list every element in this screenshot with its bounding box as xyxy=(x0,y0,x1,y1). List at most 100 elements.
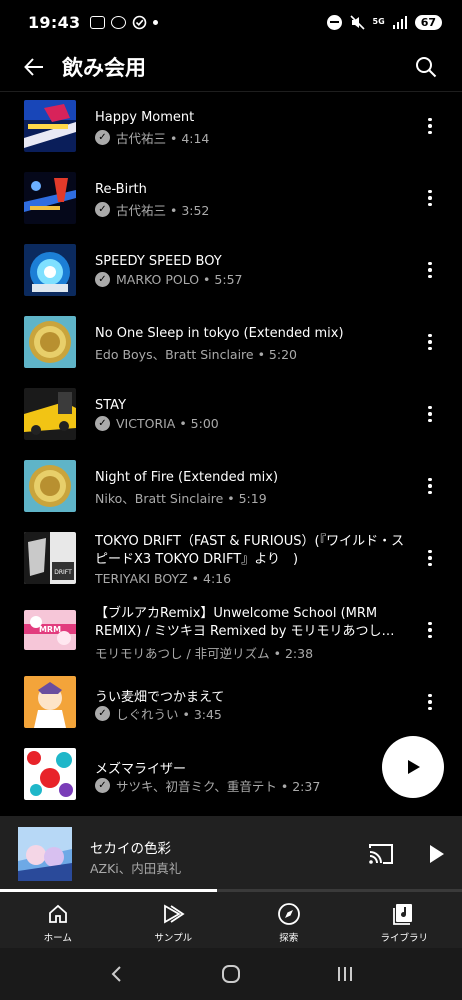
shuffle-play-button[interactable] xyxy=(382,736,444,798)
mini-player[interactable]: セカイの色彩 AZKi、内田真礼 xyxy=(0,816,462,892)
more-options-button[interactable] xyxy=(418,186,442,210)
album-art xyxy=(24,460,76,512)
song-artist-duration: MARKO POLO • 5:57 xyxy=(116,272,243,287)
more-options-button[interactable] xyxy=(418,546,442,570)
song-subtitle: ✓ サツキ、初音ミク、重音テト • 2:37 xyxy=(95,776,407,795)
more-options-button[interactable] xyxy=(418,690,442,714)
now-playing-art xyxy=(18,827,72,881)
song-subtitle: ✓ 古代祐三 • 3:52 xyxy=(95,200,407,219)
song-title: うい麦畑でつかまえて xyxy=(95,690,225,705)
verified-icon: ✓ xyxy=(95,416,110,431)
song-artist-duration: TERIYAKI BOYZ • 4:16 xyxy=(95,571,232,586)
song-artist-duration: しぐれうい • 3:45 xyxy=(116,707,222,722)
nav-samples[interactable]: サンプル xyxy=(116,892,232,948)
song-subtitle: Edo Boys、Bratt Sinclaire • 5:20 xyxy=(95,344,407,363)
song-row[interactable]: DRIFT TOKYO DRIFT（FAST & FURIOUS）(『ワイルド・… xyxy=(0,528,462,600)
song-subtitle: ✓ 古代祐三 • 4:14 xyxy=(95,128,407,147)
verified-icon: ✓ xyxy=(95,778,110,793)
song-artist-duration: モリモリあつし / 非可逆リズム • 2:38 xyxy=(95,646,314,661)
song-list[interactable]: Happy Moment ✓ 古代祐三 • 4:14 Re-Birth ✓ 古代祐三… xyxy=(0,92,462,816)
status-bar: 19:43 5G 67 xyxy=(0,0,462,44)
arrow-left-icon xyxy=(24,58,43,76)
album-art: MRM xyxy=(24,610,76,650)
system-recents-icon[interactable] xyxy=(335,964,355,984)
network-type: 5G xyxy=(372,17,385,26)
song-subtitle: ✓ しぐれうい • 3:45 xyxy=(95,704,407,723)
nav-library[interactable]: ライブラリ xyxy=(347,892,462,948)
song-title: STAY xyxy=(95,398,127,413)
album-art xyxy=(24,172,76,224)
check-circle-icon xyxy=(133,15,147,29)
verified-icon: ✓ xyxy=(95,130,110,145)
now-playing-title: セカイの色彩 xyxy=(90,841,171,857)
back-button[interactable] xyxy=(14,47,54,87)
song-title: 【ブルアカRemix】Unwelcome School (MRM REMIX) … xyxy=(95,606,395,639)
play-icon xyxy=(430,845,444,863)
system-navigation-bar xyxy=(0,948,462,1000)
song-title: Happy Moment xyxy=(95,110,195,125)
nav-home-label: ホーム xyxy=(43,933,72,944)
do-not-disturb-icon xyxy=(326,14,342,30)
song-row[interactable]: STAY ✓ VICTORIA • 5:00 xyxy=(0,384,462,456)
more-options-button[interactable] xyxy=(418,618,442,642)
search-icon xyxy=(416,57,437,78)
bottom-navigation: ホーム サンプル 探索 ライブラリ xyxy=(0,892,462,948)
system-back-icon[interactable] xyxy=(107,964,127,984)
line-app-icon xyxy=(111,15,127,29)
song-row[interactable]: うい麦畑でつかまえて ✓ しぐれうい • 3:45 xyxy=(0,672,462,744)
search-button[interactable] xyxy=(406,47,446,87)
compass-icon xyxy=(277,903,300,925)
song-artist-duration: VICTORIA • 5:00 xyxy=(116,416,219,431)
nav-samples-label: サンプル xyxy=(154,933,193,944)
signal-icon xyxy=(392,15,407,29)
nav-home[interactable]: ホーム xyxy=(0,892,116,948)
song-artist-duration: サツキ、初音ミク、重音テト • 2:37 xyxy=(116,779,321,794)
song-subtitle: ✓ VICTORIA • 5:00 xyxy=(95,416,407,431)
verified-icon: ✓ xyxy=(95,202,110,217)
song-title: Re-Birth xyxy=(95,182,147,197)
svg-text:DRIFT: DRIFT xyxy=(54,569,72,576)
song-row[interactable]: No One Sleep in tokyo (Extended mix) Edo… xyxy=(0,312,462,384)
song-row[interactable]: Night of Fire (Extended mix) Niko、Bratt … xyxy=(0,456,462,528)
mini-player-play-button[interactable] xyxy=(424,842,448,866)
more-options-button[interactable] xyxy=(418,114,442,138)
song-title: No One Sleep in tokyo (Extended mix) xyxy=(95,326,344,341)
mute-icon xyxy=(349,14,365,30)
song-subtitle: Niko、Bratt Sinclaire • 5:19 xyxy=(95,488,407,507)
samples-icon xyxy=(164,904,185,924)
album-art xyxy=(24,676,76,728)
song-row[interactable]: Happy Moment ✓ 古代祐三 • 4:14 xyxy=(0,96,462,168)
album-art xyxy=(24,244,76,296)
nav-explore-label: 探索 xyxy=(279,933,299,944)
battery-level: 67 xyxy=(414,14,442,30)
cast-button[interactable] xyxy=(368,842,394,866)
verified-icon: ✓ xyxy=(95,706,110,721)
song-title: メズマライザー xyxy=(95,762,187,777)
library-icon xyxy=(393,904,413,925)
song-subtitle: モリモリあつし / 非可逆リズム • 2:38 xyxy=(95,643,407,662)
screenshot-icon xyxy=(90,15,106,29)
song-subtitle: ✓ MARKO POLO • 5:57 xyxy=(95,272,407,287)
song-artist-duration: Edo Boys、Bratt Sinclaire • 5:20 xyxy=(95,347,297,362)
more-options-button[interactable] xyxy=(418,258,442,282)
play-icon xyxy=(408,760,420,774)
nav-explore[interactable]: 探索 xyxy=(231,892,347,948)
song-row[interactable]: Re-Birth ✓ 古代祐三 • 3:52 xyxy=(0,168,462,240)
nav-library-label: ライブラリ xyxy=(380,933,428,944)
song-artist-duration: Niko、Bratt Sinclaire • 5:19 xyxy=(95,491,267,506)
song-row[interactable]: MRM 【ブルアカRemix】Unwelcome School (MRM REM… xyxy=(0,600,462,672)
more-options-button[interactable] xyxy=(418,474,442,498)
more-options-button[interactable] xyxy=(418,330,442,354)
now-playing-artist: AZKi、内田真礼 xyxy=(90,861,182,876)
notification-icons xyxy=(90,15,159,30)
more-options-button[interactable] xyxy=(418,402,442,426)
verified-icon: ✓ xyxy=(95,272,110,287)
album-art: DRIFT xyxy=(24,532,76,584)
song-title: Night of Fire (Extended mix) xyxy=(95,470,279,485)
song-row[interactable]: SPEEDY SPEED BOY ✓ MARKO POLO • 5:57 xyxy=(0,240,462,312)
cast-icon xyxy=(369,844,393,864)
song-artist-duration: 古代祐三 • 4:14 xyxy=(116,131,210,146)
top-app-bar: 飲み会用 xyxy=(0,44,462,90)
system-home-icon[interactable] xyxy=(220,963,242,985)
song-title: TOKYO DRIFT（FAST & FURIOUS）(『ワイルド・スピードX3… xyxy=(95,534,405,567)
